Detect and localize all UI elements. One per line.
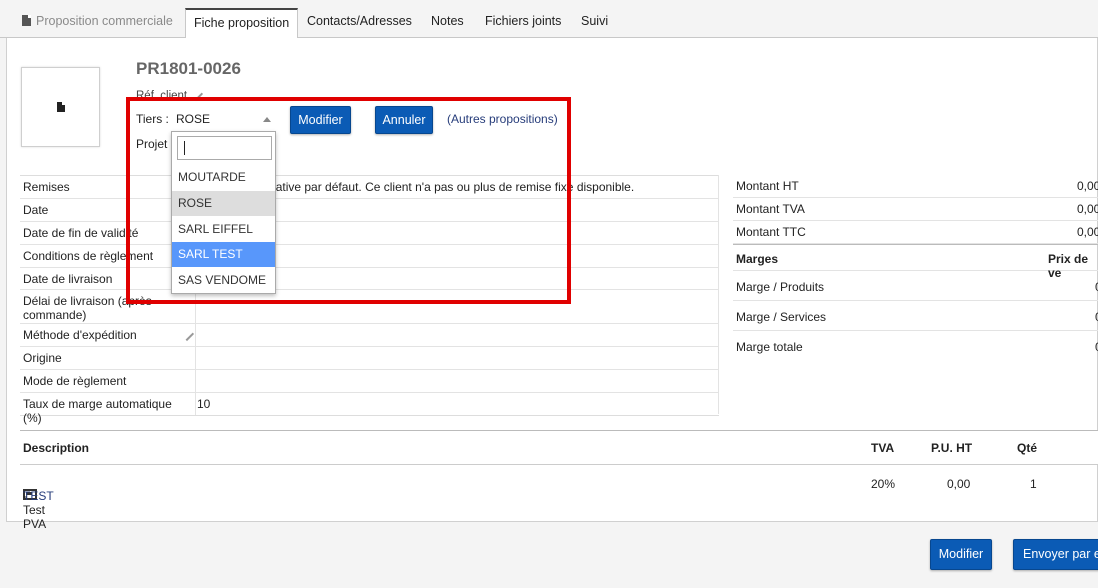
row-date-livraison: Date de livraison bbox=[20, 268, 719, 290]
row-remises: Remises s de remise relative par défaut. … bbox=[20, 176, 719, 199]
info-table: Remises s de remise relative par défaut. … bbox=[20, 175, 719, 425]
lines-table: Description TVA P.U. HT Qté TEST - Test … bbox=[20, 430, 1098, 531]
envoyer-button[interactable]: Envoyer par em bbox=[1013, 539, 1098, 570]
tiers-dropdown: MOUTARDE ROSE SARL EIFFEL SARL TEST SAS … bbox=[171, 131, 276, 294]
dropdown-option[interactable]: SARL EIFFEL bbox=[172, 217, 275, 242]
dropdown-option[interactable]: MOUTARDE bbox=[172, 165, 275, 190]
total-row: Montant HT 0,00 bbox=[733, 175, 1098, 198]
dropdown-option[interactable]: ROSE bbox=[172, 191, 275, 216]
tab-contacts-adresses[interactable]: Contacts/Adresses bbox=[299, 8, 420, 38]
row-delai: Délai de livraison (après commande) bbox=[20, 290, 719, 324]
dropdown-search-input[interactable] bbox=[177, 136, 272, 160]
marge-row: Marge / Services0 bbox=[733, 301, 1098, 331]
row-origine: Origine bbox=[20, 347, 719, 370]
row-date-fin: Date de fin de validité8 bbox=[20, 222, 719, 245]
tab-fiche-proposition[interactable]: Fiche proposition bbox=[185, 8, 299, 39]
dropdown-option[interactable]: SARL TEST bbox=[172, 242, 275, 267]
tab-suivi[interactable]: Suivi bbox=[573, 8, 616, 38]
row-methode: Méthode d'expédition bbox=[20, 324, 719, 347]
marges-header: Marges Prix de ve bbox=[733, 245, 1098, 280]
row-taux: Taux de marge automatique (%) 10 bbox=[20, 393, 719, 425]
tab-proposition-commerciale[interactable]: Proposition commerciale bbox=[14, 8, 181, 38]
tab-bar: Proposition commerciale Fiche propositio… bbox=[0, 0, 1098, 39]
row-conditions: Conditions de règlement bbox=[20, 245, 719, 268]
dropdown-option[interactable]: SAS VENDOME bbox=[172, 268, 275, 293]
total-row: Montant TTC 0,00 bbox=[733, 221, 1098, 244]
modifier-tiers-button[interactable]: Modifier bbox=[290, 106, 351, 134]
tab-notes[interactable]: Notes bbox=[423, 8, 472, 38]
marge-row: Marge totale0 bbox=[736, 340, 1098, 354]
tiers-label: Tiers : bbox=[136, 112, 169, 126]
marge-row: Marge / Produits0 bbox=[733, 271, 1098, 301]
row-mode: Mode de règlement bbox=[20, 370, 719, 393]
document-icon bbox=[22, 15, 31, 26]
chevron-up-icon bbox=[263, 117, 271, 122]
proposal-ref: PR1801-0026 bbox=[136, 59, 241, 78]
marges-table: MargesPrix de ve Marge / Produits0 Marge… bbox=[733, 244, 1098, 357]
ref-client: Réf. client bbox=[136, 86, 204, 102]
modifier-button[interactable]: Modifier bbox=[930, 539, 992, 570]
tiers-select[interactable]: ROSE bbox=[172, 109, 276, 129]
total-row: Montant TVA 0,00 bbox=[733, 198, 1098, 221]
row-date: Date8 bbox=[20, 199, 719, 222]
projet-label: Projet bbox=[136, 137, 168, 151]
pencil-icon[interactable] bbox=[189, 86, 204, 102]
autres-propositions-link[interactable]: (Autres propositions) bbox=[447, 112, 558, 126]
tab-fichiers-joints[interactable]: Fichiers joints bbox=[477, 8, 569, 38]
document-icon bbox=[57, 102, 65, 112]
table-row: TEST - Test PVA 20% 0,00 1 bbox=[23, 477, 1037, 531]
document-thumbnail bbox=[21, 67, 100, 147]
lines-header: Description TVA P.U. HT Qté bbox=[20, 430, 1098, 465]
totals-table: Montant HT 0,00 Montant TVA 0,00 Montant T… bbox=[733, 175, 1098, 244]
annuler-button[interactable]: Annuler bbox=[375, 106, 433, 134]
